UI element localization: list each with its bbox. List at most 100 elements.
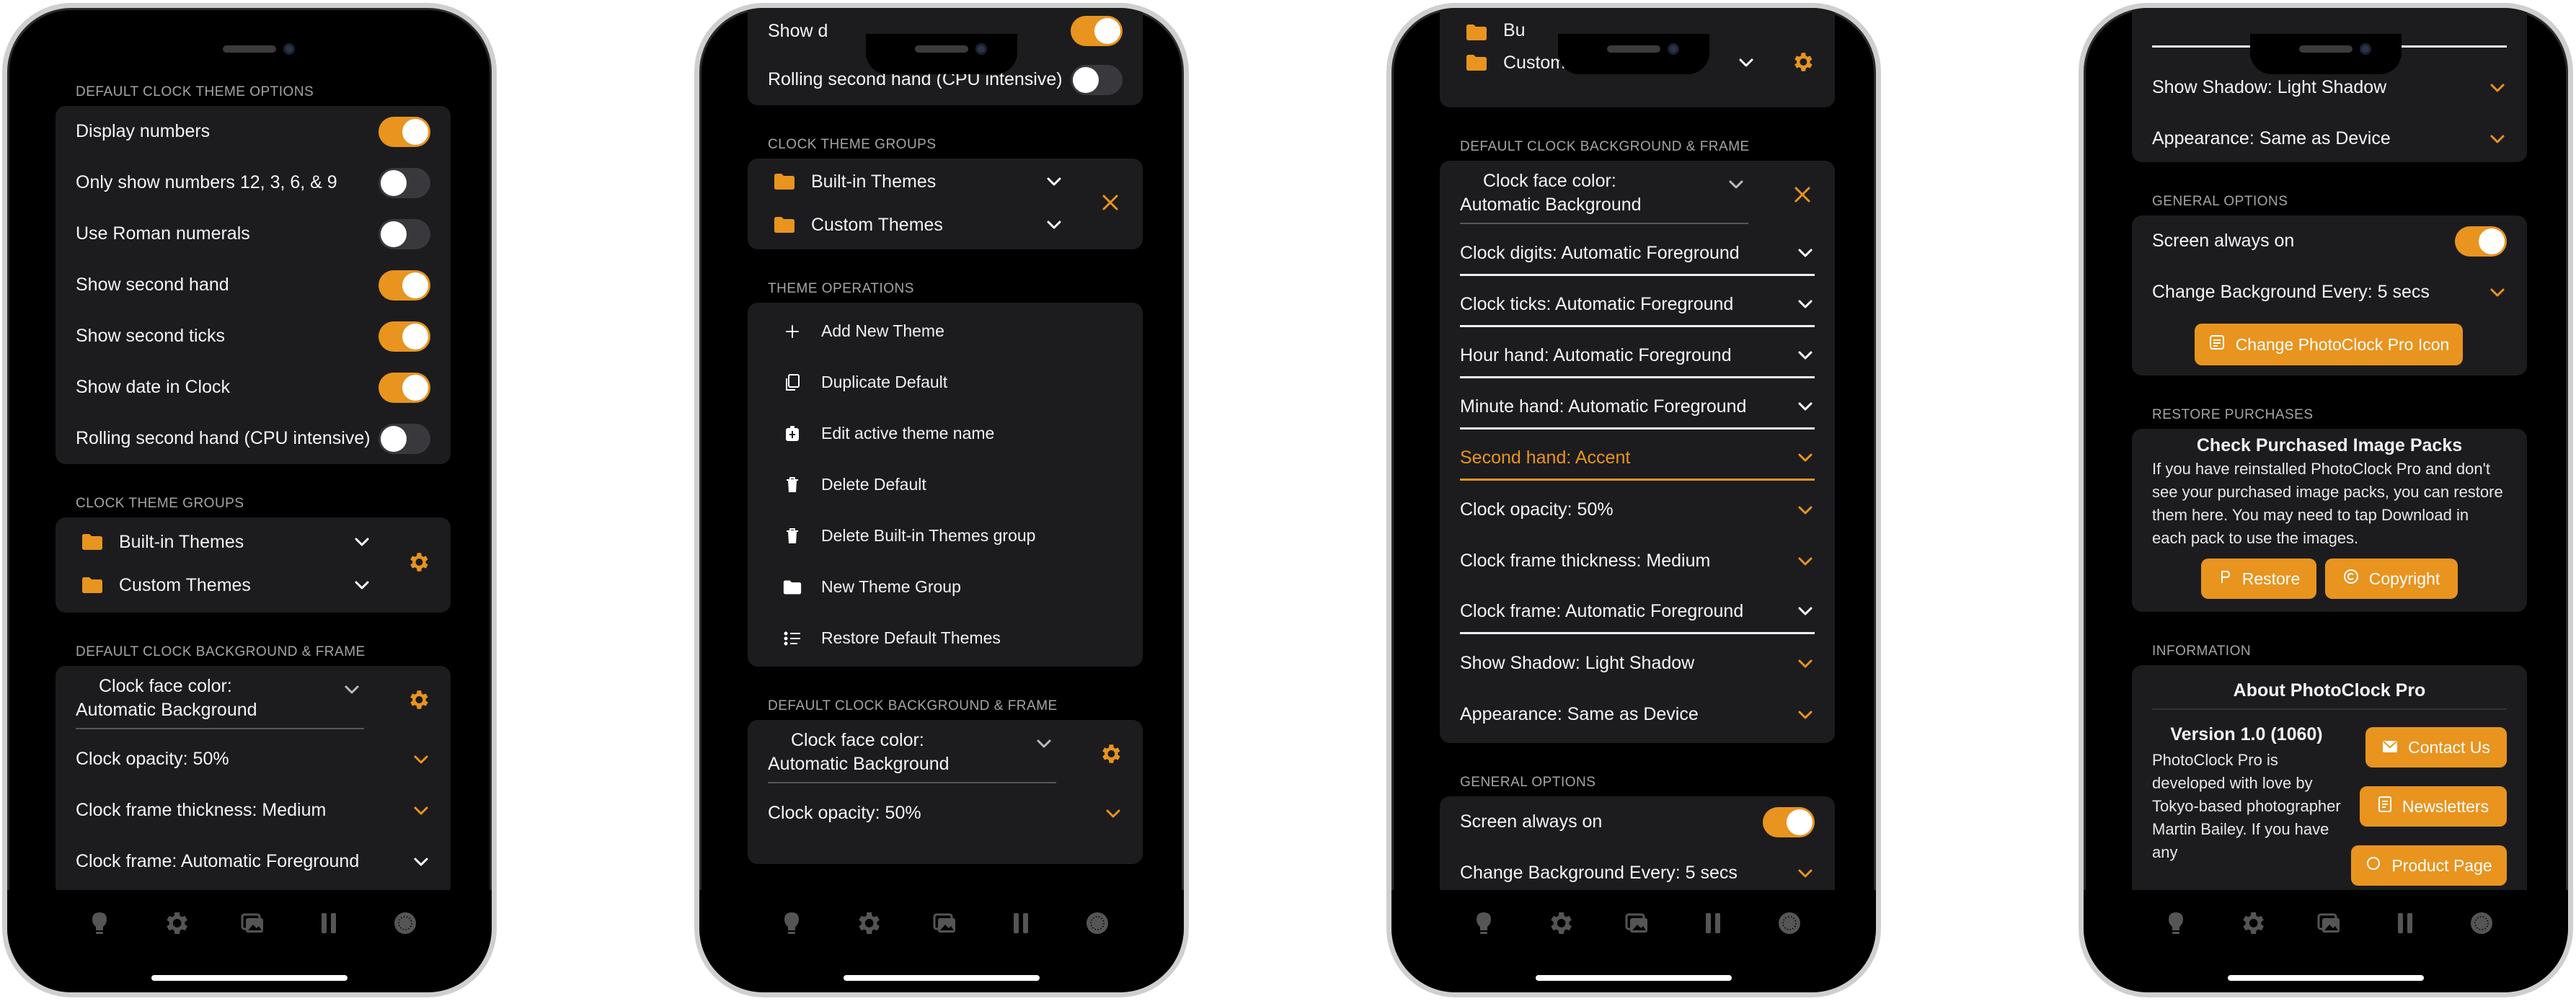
app-icon-icon <box>2208 334 2226 355</box>
toggle-row[interactable]: Show second ticks <box>56 311 451 362</box>
photos-icon[interactable] <box>2314 909 2343 938</box>
style-picker-row[interactable]: Clock ticks: Automatic Foreground <box>1440 280 1835 331</box>
settings-scroll-view[interactable]: DEFAULT CLOCK THEME OPTIONS Display numb… <box>7 8 492 890</box>
frame-thickness-label: Clock frame thickness: Medium <box>76 800 327 820</box>
gear-icon[interactable] <box>2238 909 2267 938</box>
chevron-down-icon[interactable] <box>1045 215 1063 234</box>
bulb-icon[interactable] <box>1469 909 1498 938</box>
group-built-in[interactable]: Built-in Themes <box>56 520 451 564</box>
chevron-down-icon[interactable] <box>353 533 371 551</box>
pause-icon[interactable] <box>1699 909 1727 938</box>
appearance-picker[interactable]: Appearance: Same as Device <box>2132 113 2527 164</box>
copyright-button[interactable]: Copyright <box>2325 559 2458 599</box>
pause-icon[interactable] <box>2391 909 2420 938</box>
face-color-picker[interactable]: Clock face color: Automatic Background <box>1440 161 1835 228</box>
frame-thickness-picker[interactable]: Clock frame thickness: Medium <box>56 785 451 836</box>
bulb-icon[interactable] <box>85 909 114 938</box>
toggle-switch[interactable] <box>1071 16 1123 46</box>
face-color-picker[interactable]: Clock face color: Automatic Background <box>748 720 1143 788</box>
chevron-down-icon[interactable] <box>1045 172 1063 191</box>
gear-icon[interactable] <box>406 550 430 574</box>
style-picker-row[interactable]: Clock opacity: 50% <box>1440 484 1835 535</box>
change-background-picker[interactable]: Change Background Every: 5 secs <box>1440 847 1835 890</box>
frame-color-picker[interactable]: Clock frame: Automatic Foreground <box>56 836 451 887</box>
gear-icon[interactable] <box>161 909 190 938</box>
style-picker-row[interactable]: Minute hand: Automatic Foreground <box>1440 382 1835 433</box>
toggle-switch[interactable] <box>379 372 430 403</box>
group-built-in[interactable]: Built-in Themes <box>748 160 1143 203</box>
style-picker-row[interactable]: Clock frame: Automatic Foreground <box>1440 587 1835 638</box>
clock-icon[interactable] <box>2467 909 2496 938</box>
theme-operation-item[interactable]: Delete Default <box>748 459 1143 510</box>
gear-icon[interactable] <box>406 688 430 712</box>
toggle-switch[interactable] <box>379 321 430 352</box>
group-custom[interactable]: Custom Themes <box>56 564 451 607</box>
toggle-switch[interactable] <box>379 270 430 301</box>
toggle-row[interactable]: Only show numbers 12, 3, 6, & 9 <box>56 157 451 208</box>
copyright-label: Copyright <box>2368 569 2440 588</box>
change-background-picker[interactable]: Change Background Every: 5 secs <box>2132 267 2527 318</box>
settings-scroll-view[interactable]: Show Shadow: Light Shadow Appearance: Sa… <box>2084 8 2568 890</box>
toggle-switch[interactable] <box>1071 64 1123 95</box>
style-picker-row[interactable]: Appearance: Same as Device <box>1440 689 1835 740</box>
style-picker-row[interactable]: Clock digits: Automatic Foreground <box>1440 228 1835 280</box>
link-icon <box>2365 855 2381 876</box>
theme-operation-item[interactable]: Restore Default Themes <box>748 613 1143 664</box>
photos-icon[interactable] <box>1622 909 1651 938</box>
gear-icon[interactable] <box>1546 909 1575 938</box>
toggle-switch[interactable] <box>1763 806 1815 837</box>
product-page-button[interactable]: Product Page <box>2351 845 2507 886</box>
pause-icon[interactable] <box>314 909 343 938</box>
clock-opacity-picker[interactable]: Clock opacity: 50% <box>748 788 1143 839</box>
toggle-row-screen-on[interactable]: Screen always on <box>2132 215 2527 267</box>
close-icon[interactable] <box>1099 192 1121 213</box>
bulb-icon[interactable] <box>2161 909 2190 938</box>
mail-icon <box>2382 738 2398 757</box>
chevron-down-icon[interactable] <box>1737 53 1756 72</box>
theme-operation-item[interactable]: Delete Built-in Themes group <box>748 510 1143 561</box>
operation-label: Add New Theme <box>821 321 944 340</box>
toggle-row[interactable]: Show date in Clock <box>56 362 451 413</box>
photos-icon[interactable] <box>238 909 267 938</box>
toggle-switch[interactable] <box>379 423 430 454</box>
chevron-down-icon[interactable] <box>353 576 371 595</box>
clock-opacity-picker[interactable]: Clock opacity: 50% <box>56 734 451 785</box>
settings-scroll-view[interactable]: Bu Custom Themes DEFAULT CLOCK BACKGROUN… <box>1391 8 1876 890</box>
theme-operation-item[interactable]: Duplicate Default <box>748 357 1143 408</box>
toggle-switch[interactable] <box>379 116 430 147</box>
newsletters-button[interactable]: Newsletters <box>2360 786 2507 827</box>
photos-icon[interactable] <box>930 909 959 938</box>
style-picker-row[interactable]: Clock frame thickness: Medium <box>1440 535 1835 587</box>
gear-icon[interactable] <box>1790 50 1815 74</box>
face-color-picker[interactable]: Clock face color: Automatic Background <box>56 666 451 734</box>
chevron-down-icon <box>412 853 430 871</box>
style-picker-row[interactable]: Show Shadow: Light Shadow <box>1440 638 1835 689</box>
toggle-row-screen-on[interactable]: Screen always on <box>1440 796 1835 847</box>
clock-icon[interactable] <box>1775 909 1804 938</box>
toggle-switch[interactable] <box>379 167 430 198</box>
group-custom[interactable]: Custom Themes <box>748 203 1143 246</box>
theme-operation-item[interactable]: Edit active theme name <box>748 408 1143 459</box>
toggle-row[interactable]: Show second hand <box>56 259 451 311</box>
bulb-icon[interactable] <box>777 909 806 938</box>
toggle-row[interactable]: Display numbers <box>56 106 451 157</box>
clock-icon[interactable] <box>1083 909 1112 938</box>
restore-button[interactable]: Restore <box>2201 559 2316 599</box>
style-picker-row[interactable]: Second hand: Accent <box>1440 433 1835 484</box>
toggle-switch[interactable] <box>379 218 430 249</box>
toggle-row[interactable]: Use Roman numerals <box>56 208 451 259</box>
gear-icon[interactable] <box>1098 742 1123 766</box>
style-picker-row[interactable]: Hour hand: Automatic Foreground <box>1440 331 1835 382</box>
clock-icon[interactable] <box>391 909 420 938</box>
change-icon-button[interactable]: Change PhotoClock Pro Icon <box>2195 324 2463 365</box>
contact-button[interactable]: Contact Us <box>2365 727 2507 768</box>
settings-scroll-view[interactable]: Show d Rolling second hand (CPU intensiv… <box>699 8 1184 890</box>
close-icon[interactable] <box>1792 184 1813 205</box>
gear-icon[interactable] <box>854 909 882 938</box>
contact-label: Contact Us <box>2408 737 2490 757</box>
theme-operation-item[interactable]: New Theme Group <box>748 561 1143 613</box>
theme-operation-item[interactable]: Add New Theme <box>748 306 1143 357</box>
toggle-switch[interactable] <box>2455 226 2507 257</box>
toggle-row[interactable]: Rolling second hand (CPU intensive) <box>56 413 451 464</box>
pause-icon[interactable] <box>1006 909 1035 938</box>
